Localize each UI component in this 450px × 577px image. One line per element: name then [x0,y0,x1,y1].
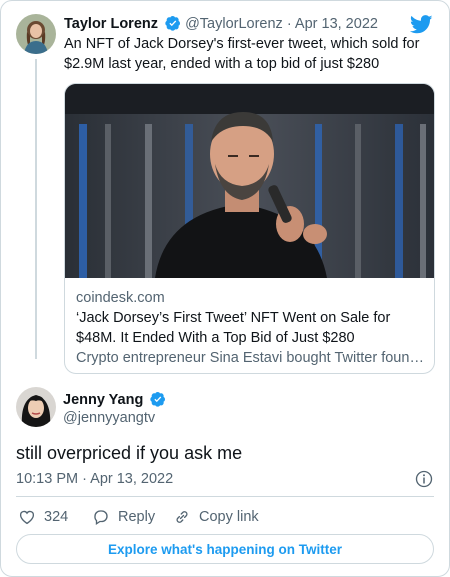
link-preview-meta: coindesk.com ‘Jack Dorsey’s First Tweet’… [76,288,424,368]
link-description: Crypto entrepreneur Sina Estavi bought T… [76,350,424,366]
jenny-yang-avatar[interactable] [16,387,56,427]
divider [16,496,434,497]
info-icon[interactable] [415,470,433,493]
link-preview-image [65,84,434,278]
thread-connector-line [35,59,37,359]
separator-dot: · [286,16,292,32]
reply-author-handle[interactable]: @jennyyangtv [63,410,155,426]
reply-label: Reply [118,509,156,525]
link-icon [176,511,188,523]
reply-tweet-timestamp[interactable]: 10:13 PM · Apr 13, 2022 [16,471,173,487]
taylor-lorenz-avatar[interactable] [16,14,56,54]
like-button[interactable]: 324 [18,506,68,528]
verified-badge-icon [165,15,181,36]
like-count: 324 [44,509,69,525]
parent-author-name[interactable]: Taylor Lorenz [64,16,158,32]
heart-icon [19,510,35,525]
verified-badge-icon [150,391,166,412]
tweet-embed-card: Taylor Lorenz @TaylorLorenz · Apr 13, 20… [0,0,450,577]
reply-button[interactable]: Reply [92,506,155,528]
parent-tweet-text: An NFT of Jack Dorsey's first-ever tweet… [64,36,420,72]
parent-tweet-date[interactable]: Apr 13, 2022 [295,16,378,32]
tweet-actions: 324 Reply Copy link [16,506,434,528]
copy-link-label: Copy link [199,509,259,525]
explore-twitter-button[interactable]: Explore what's happening on Twitter [16,534,434,564]
copy-link-button[interactable]: Copy link [173,506,259,528]
reply-tweet-text: still overpriced if you ask me [16,443,243,463]
reply-author-name[interactable]: Jenny Yang [63,392,143,408]
parent-author-handle[interactable]: @TaylorLorenz [185,16,283,32]
parent-tweet-header: Taylor Lorenz @TaylorLorenz · Apr 13, 20… [64,15,378,36]
link-domain: coindesk.com [76,290,165,306]
link-title: ‘Jack Dorsey’s First Tweet’ NFT Went on … [76,310,391,346]
link-preview-card[interactable]: coindesk.com ‘Jack Dorsey’s First Tweet’… [64,83,435,374]
reply-tweet-header: Jenny Yang [63,391,166,412]
speech-bubble-icon [94,510,108,526]
